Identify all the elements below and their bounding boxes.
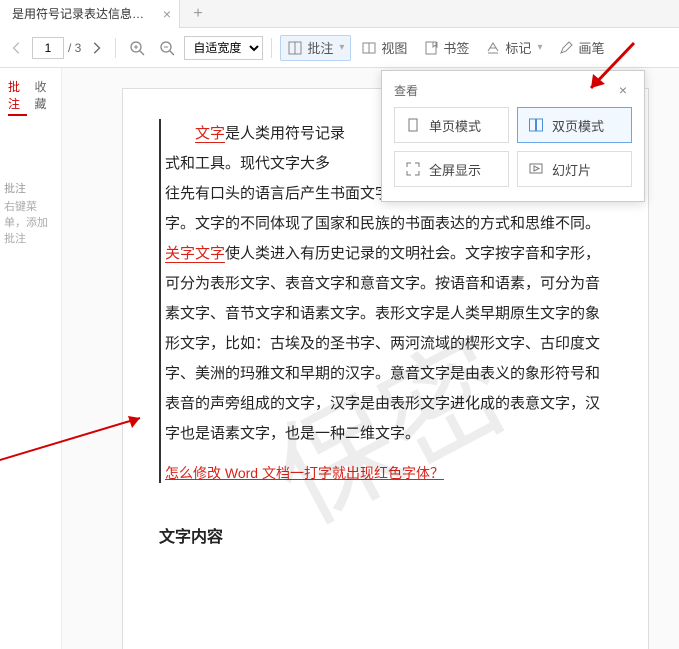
bookmark-button[interactable]: 书签 <box>417 35 475 61</box>
highlighted-word: 文字 <box>195 126 225 143</box>
red-link[interactable]: 怎么修改 Word 文档一打字就出现红色字体？ <box>165 463 612 483</box>
page-number-input[interactable] <box>32 37 64 59</box>
mark-label: 标记 <box>505 38 531 57</box>
toolbar: / 3 自适宽度 批注 ▾ 视图 书签 标记 ▾ 画笔 <box>0 28 679 68</box>
two-page-label: 双页模式 <box>552 116 604 135</box>
new-tab-button[interactable]: + <box>188 4 208 24</box>
chevron-down-icon: ▾ <box>537 42 542 53</box>
mark-button[interactable]: 标记 ▾ <box>479 35 548 61</box>
annotate-label: 批注 <box>307 38 333 57</box>
view-label: 视图 <box>381 38 407 57</box>
slideshow-button[interactable]: 幻灯片 <box>517 151 632 187</box>
pen-button[interactable]: 画笔 <box>552 35 610 61</box>
chevron-down-icon: ▾ <box>339 42 344 53</box>
pen-label: 画笔 <box>578 38 604 57</box>
next-page-button[interactable] <box>85 37 107 59</box>
tab-title: 是用符号记录表达信息以传之久远... <box>12 5 155 22</box>
zoom-in-icon[interactable] <box>124 35 150 61</box>
popup-header: 查看 <box>394 82 418 99</box>
document-tab[interactable]: 是用符号记录表达信息以传之久远... × <box>0 0 180 28</box>
two-page-mode-button[interactable]: 双页模式 <box>517 107 632 143</box>
sidebar-note-title: 批注 <box>0 180 61 196</box>
section-heading: 文字内容 <box>159 523 612 547</box>
single-page-mode-button[interactable]: 单页模式 <box>394 107 509 143</box>
tab-bar: 是用符号记录表达信息以传之久远... × + <box>0 0 679 28</box>
sidebar-tab-annotations[interactable]: 批注 <box>8 78 27 116</box>
view-button[interactable]: 视图 <box>355 35 413 61</box>
view-mode-popup: 查看 × 单页模式 双页模式 全屏显示 幻灯片 <box>381 70 645 202</box>
single-page-label: 单页模式 <box>429 116 481 135</box>
fullscreen-button[interactable]: 全屏显示 <box>394 151 509 187</box>
separator <box>115 38 116 58</box>
fullscreen-label: 全屏显示 <box>429 160 481 179</box>
zoom-out-icon[interactable] <box>154 35 180 61</box>
separator <box>271 38 272 58</box>
page-total: / 3 <box>68 41 81 55</box>
highlighted-word: 关字文字 <box>165 246 225 263</box>
fit-mode-select[interactable]: 自适宽度 <box>184 36 263 60</box>
bookmark-label: 书签 <box>443 38 469 57</box>
annotate-button[interactable]: 批注 ▾ <box>280 35 351 61</box>
prev-page-button[interactable] <box>6 37 28 59</box>
slideshow-label: 幻灯片 <box>552 160 591 179</box>
sidebar-tab-favorites[interactable]: 收藏 <box>35 78 54 116</box>
close-icon[interactable]: × <box>163 6 171 22</box>
sidebar: 批注 收藏 批注 右键菜单，添加批注 <box>0 68 62 649</box>
sidebar-note-sub: 右键菜单，添加批注 <box>0 196 61 248</box>
close-icon[interactable]: × <box>614 81 632 99</box>
